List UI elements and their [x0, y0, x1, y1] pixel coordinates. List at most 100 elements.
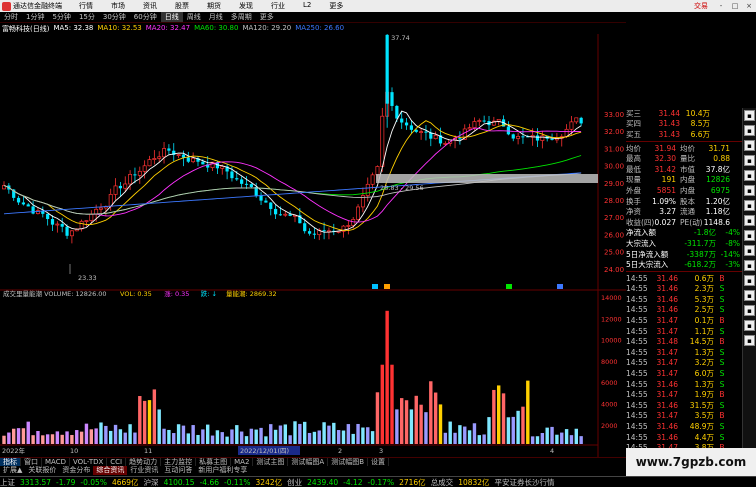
stat-value: 31.71: [708, 143, 730, 153]
candle-body: [259, 195, 263, 201]
volume-bar: [530, 436, 535, 444]
indicator-tab-3[interactable]: VOL-TDX: [70, 458, 108, 466]
volume-bar: [429, 381, 433, 444]
menu-item-1[interactable]: 市场: [102, 1, 134, 11]
trade-menu[interactable]: 交易: [688, 1, 714, 11]
side-button-14[interactable]: ▪: [744, 305, 755, 316]
kline-chart[interactable]: 33.00 32.00 31.00 30.00 29.00 28.00 27.00 26.00…: [0, 34, 626, 457]
menu-item-4[interactable]: 期货: [198, 1, 230, 11]
side-button-5[interactable]: ▪: [744, 170, 755, 181]
candle-body: [235, 178, 239, 180]
side-button-7[interactable]: ▪: [744, 200, 755, 211]
volume-bar: [366, 427, 370, 444]
volume-bar: [322, 422, 326, 444]
period-tab-4[interactable]: 30分钟: [99, 12, 130, 22]
period-tab-2[interactable]: 5分钟: [48, 12, 74, 22]
menu-item-5[interactable]: 发现: [230, 1, 262, 11]
bottom-tab-6[interactable]: 新用户福利专享: [195, 466, 250, 475]
volume-bar: [21, 428, 26, 444]
side-button-13[interactable]: ▪: [744, 290, 755, 301]
period-tab-9[interactable]: 多周期: [227, 12, 256, 22]
indicator-tab-8[interactable]: MA2: [231, 458, 254, 466]
event-marker-1[interactable]: [384, 284, 390, 289]
indicator-tab-9[interactable]: 测试主图: [253, 458, 289, 466]
side-button-3[interactable]: ▪: [744, 140, 755, 151]
minimize-icon[interactable]: -: [714, 2, 728, 10]
volume-bar: [404, 400, 409, 444]
candle-body: [264, 200, 268, 203]
period-tab-10[interactable]: 更多: [256, 12, 278, 22]
indicator-tab-5[interactable]: 趋势动力: [126, 458, 162, 466]
period-tab-1[interactable]: 1分钟: [22, 12, 48, 22]
indicator-tab-10[interactable]: 测试幅图A: [288, 458, 329, 466]
side-button-16[interactable]: ▪: [744, 335, 755, 346]
event-marker-2[interactable]: [506, 284, 512, 289]
indicator-tab-11[interactable]: 测试幅图B: [328, 458, 369, 466]
menu-item-8[interactable]: 更多: [320, 1, 352, 11]
volume-bar: [138, 396, 142, 444]
maximize-icon[interactable]: □: [728, 2, 742, 10]
event-marker-3[interactable]: [557, 284, 563, 289]
status-item-4: 4669亿: [111, 477, 139, 487]
tick-row: 14:55 31.46 2.3万 S: [626, 284, 742, 295]
volume-bar: [467, 430, 472, 444]
side-button-9[interactable]: ▪: [744, 230, 755, 241]
bottom-tab-4[interactable]: 行业资讯: [127, 466, 161, 475]
event-marker-0[interactable]: [372, 284, 378, 289]
tick-time: 14:55: [626, 422, 648, 432]
period-tab-8[interactable]: 月线: [205, 12, 227, 22]
bottom-tab-1[interactable]: 关联报价: [25, 466, 59, 475]
indicator-tab-0[interactable]: 指标: [0, 458, 21, 466]
bottom-tab-0[interactable]: 扩展▲: [0, 466, 25, 475]
stat-value: 32.30: [654, 154, 676, 164]
candle-body: [550, 138, 554, 140]
side-button-4[interactable]: ▪: [744, 155, 755, 166]
ma-legend: 富畅科技(日线) MA5: 32.38 MA10: 32.53 MA20: 32.4…: [0, 24, 626, 34]
indicator-tab-7[interactable]: 私募主图: [196, 458, 232, 466]
candle-body: [142, 165, 147, 172]
close-icon[interactable]: ×: [742, 2, 756, 10]
menu-item-3[interactable]: 股票: [166, 1, 198, 11]
volume-bar: [424, 412, 428, 444]
candle-body: [147, 159, 152, 167]
indicator-tab-1[interactable]: 窗口: [21, 458, 42, 466]
side-button-10[interactable]: ▪: [744, 245, 755, 256]
side-button-15[interactable]: ▪: [744, 320, 755, 331]
volume-bar: [506, 417, 511, 444]
flow-pct: -14%: [720, 249, 740, 259]
indicator-tab-2[interactable]: MACD: [42, 458, 70, 466]
side-button-11[interactable]: ▪: [744, 260, 755, 271]
candle-body: [269, 202, 273, 209]
volume-bar: [89, 429, 93, 444]
candle-body: [99, 207, 103, 210]
period-tab-6[interactable]: 日线: [160, 12, 183, 22]
period-tab-7[interactable]: 周线: [183, 12, 205, 22]
indicator-tab-6[interactable]: 主力监控: [161, 458, 197, 466]
side-button-8[interactable]: ▪: [744, 215, 755, 226]
indicator-tab-12[interactable]: 设置: [368, 458, 390, 466]
menu-item-0[interactable]: 行情: [70, 1, 102, 11]
period-tab-0[interactable]: 分时: [0, 12, 22, 22]
menu-item-7[interactable]: L2: [294, 1, 320, 11]
candle-body: [307, 231, 312, 234]
volume-bar: [332, 422, 336, 444]
volume-bar: [288, 435, 292, 444]
period-tab-3[interactable]: 15分: [75, 12, 99, 22]
period-tab-5[interactable]: 60分钟: [130, 12, 161, 22]
tick-direction: S: [719, 369, 725, 379]
candle-body: [176, 154, 181, 156]
stat-label: 均价: [626, 143, 641, 153]
volume-bar: [293, 421, 297, 444]
side-button-12[interactable]: ▪: [744, 275, 755, 286]
bottom-tab-3[interactable]: 综合资讯: [93, 466, 128, 475]
bottom-tab-2[interactable]: 资金分布: [59, 466, 93, 475]
menu-item-2[interactable]: 资讯: [134, 1, 166, 11]
tick-price: 31.47: [656, 358, 678, 368]
side-button-6[interactable]: ▪: [744, 185, 755, 196]
tick-direction: B: [719, 411, 725, 421]
indicator-tab-4[interactable]: CCI: [107, 458, 127, 466]
menu-item-6[interactable]: 行业: [262, 1, 294, 11]
bottom-tab-5[interactable]: 互动问答: [161, 466, 195, 475]
side-button-1[interactable]: ▪: [744, 110, 755, 121]
side-button-2[interactable]: ▪: [744, 125, 755, 136]
